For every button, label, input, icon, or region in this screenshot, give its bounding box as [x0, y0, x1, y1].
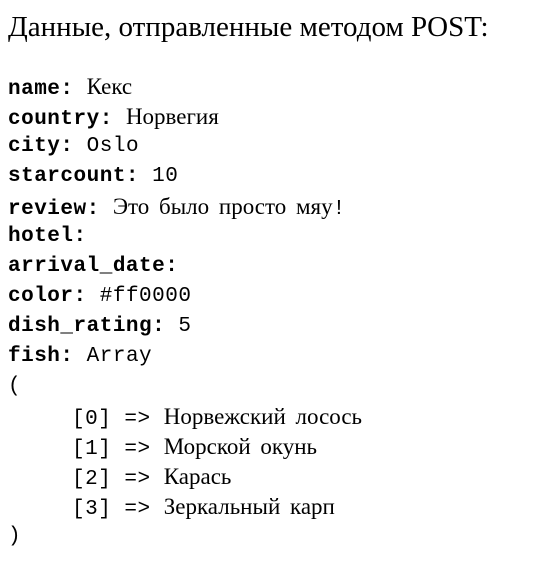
field-name: name: Кекс: [8, 72, 362, 102]
field-key: arrival_date: [8, 255, 166, 278]
field-country: country: Норвегия: [8, 102, 362, 132]
field-key: color: [8, 285, 74, 308]
array-value: Норвежский лосось: [163, 404, 363, 429]
array-index: [2]: [72, 468, 112, 491]
colon: :: [125, 165, 140, 188]
colon: :: [165, 255, 179, 278]
colon: :: [60, 78, 74, 101]
array-item: [1] => Морской окунь: [8, 432, 362, 462]
colon: :: [152, 315, 166, 338]
colon: :: [99, 108, 113, 131]
colon: :: [73, 285, 87, 308]
array-index: [0]: [72, 408, 112, 431]
field-key: starcount: [8, 165, 126, 188]
field-value: Это было просто мяу: [112, 194, 333, 219]
array-arrow: =>: [124, 468, 151, 491]
array-value: Карась: [163, 464, 232, 489]
field-key: fish: [8, 345, 61, 368]
field-hotel: hotel:: [8, 222, 362, 252]
field-key: dish_rating: [8, 315, 153, 338]
array-arrow: =>: [124, 438, 151, 461]
field-arrival-date: arrival_date:: [8, 252, 362, 282]
colon: :: [60, 135, 74, 158]
field-dish-rating: dish_rating: 5: [8, 312, 362, 342]
field-key: name: [8, 78, 61, 101]
field-key: review: [8, 198, 87, 221]
field-starcount: starcount: 10: [8, 162, 362, 192]
array-index: [3]: [72, 498, 112, 521]
array-arrow: =>: [124, 408, 151, 431]
array-value: Морской окунь: [163, 434, 318, 459]
field-value: Array: [86, 345, 153, 368]
colon: :: [60, 345, 74, 368]
array-close-paren: ): [8, 525, 22, 548]
field-value: 5: [178, 315, 192, 338]
field-city: city: Oslo: [8, 132, 362, 162]
array-item: [3] => Зеркальный карп: [8, 492, 362, 522]
field-value: #ff0000: [99, 285, 192, 308]
field-fish: fish: Array: [8, 342, 362, 372]
field-key: hotel: [8, 225, 74, 248]
array-index: [1]: [72, 438, 112, 461]
array-item: [0] => Норвежский лосось: [8, 402, 362, 432]
field-key: city: [8, 135, 61, 158]
field-value: Норвегия: [125, 104, 219, 129]
array-open-paren: (: [8, 375, 22, 398]
colon: :: [86, 198, 100, 221]
field-review: review: Это было просто мяу!: [8, 192, 362, 222]
post-data-dump: name: Кекс country: Норвегия city: Oslo …: [8, 72, 362, 552]
field-value: 10: [152, 165, 179, 188]
field-value-suffix: !: [332, 198, 346, 221]
page-heading: Данные, отправленные методом POST:: [8, 11, 489, 43]
colon: :: [73, 225, 87, 248]
array-value: Зеркальный карп: [163, 494, 335, 519]
field-value: Oslo: [86, 135, 140, 158]
array-arrow: =>: [124, 498, 151, 521]
field-value: Кекс: [86, 74, 133, 99]
field-color: color: #ff0000: [8, 282, 362, 312]
array-item: [2] => Карась: [8, 462, 362, 492]
field-key: country: [8, 108, 100, 131]
